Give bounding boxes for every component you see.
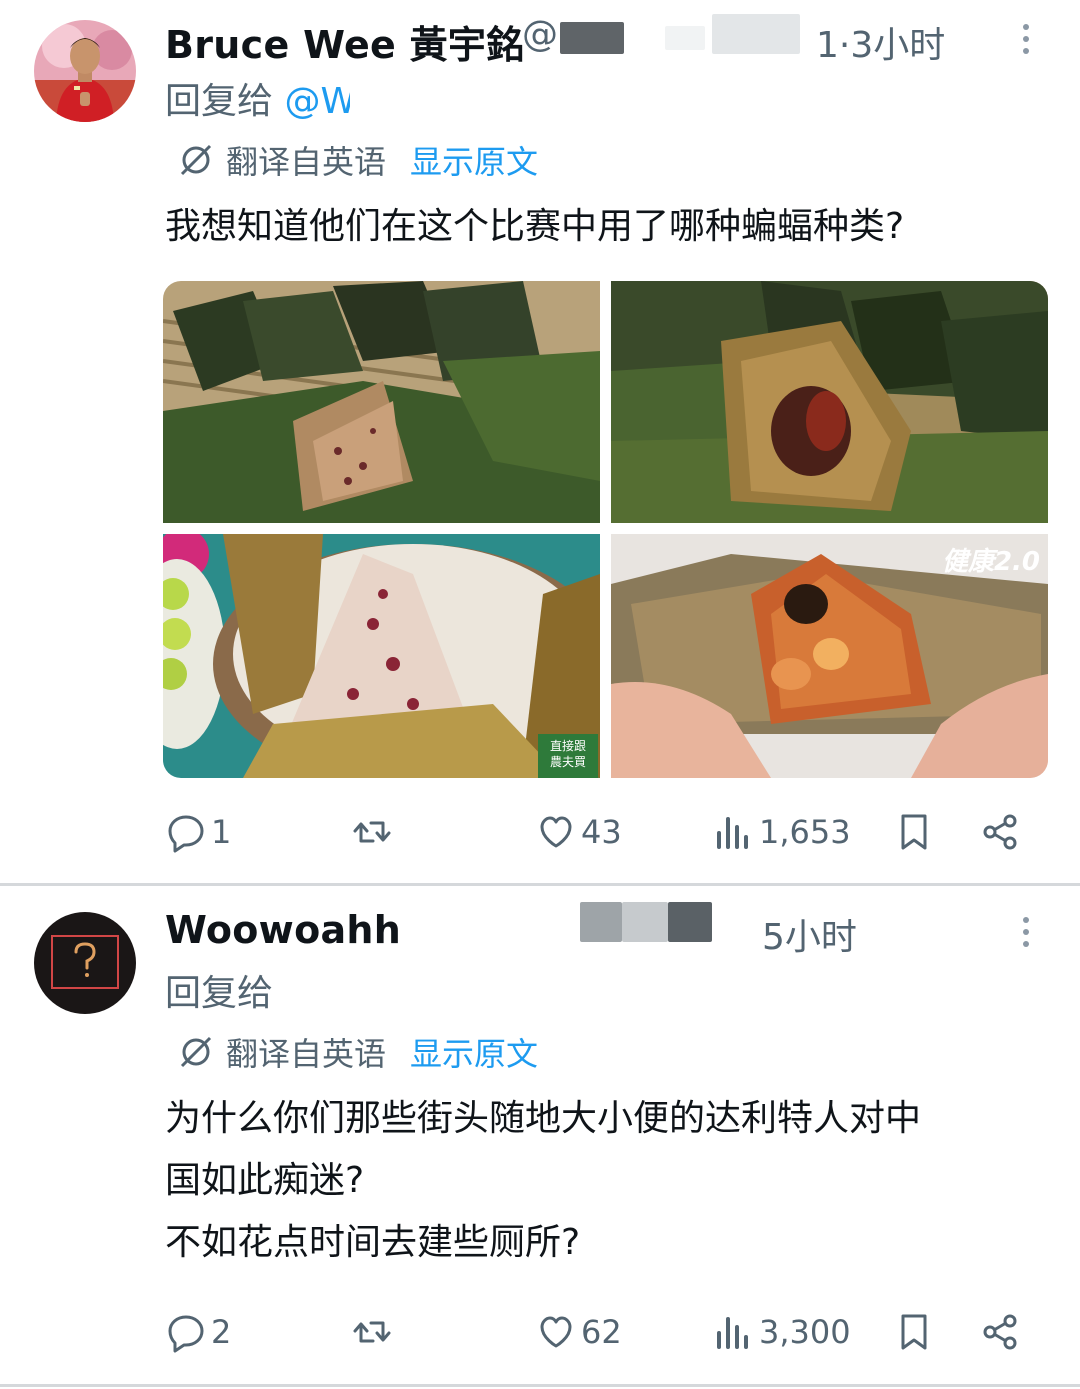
more-vertical-icon[interactable]: [1020, 917, 1032, 957]
tweet-2[interactable]: Woowoahh 5小时 回复给 翻译自英语 显示原文 为什么你们那些街头随地大…: [0, 886, 1080, 1389]
tweet-divider: [0, 1384, 1080, 1387]
show-original-link[interactable]: 显示原文: [410, 1029, 538, 1075]
like-icon: [540, 816, 572, 848]
timestamp[interactable]: 1·3小时: [816, 16, 945, 68]
like-count: 62: [581, 1313, 622, 1351]
translate-icon: [180, 1036, 212, 1068]
repost-icon: [353, 1321, 391, 1343]
tweet-1[interactable]: Bruce Wee 黃宇銘 @ 1·3小时 回复给 @W 翻译自英语 显示原文 …: [0, 0, 1080, 884]
redacted-handle: [668, 902, 712, 942]
watermark-line-2: 農夫買: [550, 755, 586, 769]
like-button[interactable]: 62: [535, 1307, 622, 1357]
share-icon: [983, 814, 1017, 850]
bookmark-icon: [901, 1314, 927, 1350]
reply-count: 1: [211, 813, 232, 851]
like-count: 43: [581, 813, 622, 851]
timestamp[interactable]: 5小时: [762, 908, 857, 960]
display-name[interactable]: Woowoahh: [165, 908, 401, 952]
watermark-line-1: 直接跟: [550, 738, 586, 753]
handle[interactable]: @: [522, 14, 558, 55]
translation-bar: 翻译自英语 显示原文: [178, 137, 538, 183]
view-count: 3,300: [759, 1313, 851, 1351]
photo-zongzi-3[interactable]: 直接跟 農夫買: [163, 534, 600, 778]
share-button[interactable]: [979, 1307, 1021, 1357]
reply-mention[interactable]: @W: [284, 81, 356, 122]
translation-bar: 翻译自英语 显示原文: [178, 1029, 538, 1075]
share-button[interactable]: [979, 807, 1021, 857]
action-bar: 2 62 3,300: [165, 1307, 1035, 1357]
tweet-text: 我想知道他们在这个比赛中用了哪种蝙蝠种类?: [165, 206, 905, 247]
like-icon: [540, 1316, 572, 1348]
bookmark-button[interactable]: [893, 1307, 935, 1357]
reply-icon: [168, 815, 204, 853]
views-button[interactable]: 3,300: [713, 1307, 851, 1357]
redacted-handle: [580, 902, 622, 942]
repost-button[interactable]: [351, 1307, 397, 1357]
bookmark-button[interactable]: [893, 807, 935, 857]
repost-icon: [353, 821, 391, 843]
reply-icon: [168, 1315, 204, 1353]
like-button[interactable]: 43: [535, 807, 622, 857]
photo-zongzi-2[interactable]: [611, 281, 1048, 523]
translated-from-label: 翻译自英语: [226, 143, 387, 181]
redacted-handle: [622, 902, 668, 942]
avatar[interactable]: [34, 912, 136, 1014]
redacted-handle: [560, 22, 624, 54]
reply-prefix: 回复给: [165, 81, 274, 122]
views-button[interactable]: 1,653: [713, 807, 851, 857]
reply-button[interactable]: 1: [165, 807, 231, 857]
watermark-health: 健康2.0: [942, 547, 1040, 577]
action-bar: 1 43 1,653: [165, 807, 1035, 857]
reply-to-line: 回复给 @W: [165, 72, 356, 124]
translated-from-label: 翻译自英语: [226, 1035, 387, 1073]
bookmark-icon: [901, 814, 927, 850]
avatar[interactable]: [34, 20, 136, 122]
photo-zongzi-1[interactable]: [163, 281, 600, 523]
media-grid[interactable]: 直接跟 農夫買 健康2.0: [163, 281, 1048, 778]
redacted-handle: [712, 14, 800, 54]
view-count: 1,653: [759, 813, 851, 851]
repost-button[interactable]: [351, 807, 397, 857]
translate-icon: [180, 144, 212, 176]
display-name[interactable]: Bruce Wee 黃宇銘: [165, 14, 525, 69]
photo-zongzi-4[interactable]: 健康2.0: [611, 534, 1048, 778]
share-icon: [983, 1314, 1017, 1350]
tweet-text: 为什么你们那些街头随地大小便的达利特人对中 国如此痴迷? 不如花点时间去建些厕所…: [165, 1098, 922, 1263]
views-icon: [717, 817, 748, 849]
views-icon: [717, 1317, 748, 1349]
reply-button[interactable]: 2: [165, 1307, 231, 1357]
show-original-link[interactable]: 显示原文: [410, 137, 538, 183]
redacted-handle: [400, 908, 580, 954]
redacted-mention: [350, 76, 500, 116]
reply-to-line: 回复给: [165, 964, 273, 1016]
reply-count: 2: [211, 1313, 232, 1351]
reply-prefix: 回复给: [165, 973, 274, 1014]
more-vertical-icon[interactable]: [1020, 24, 1032, 64]
redacted-handle: [665, 26, 705, 50]
